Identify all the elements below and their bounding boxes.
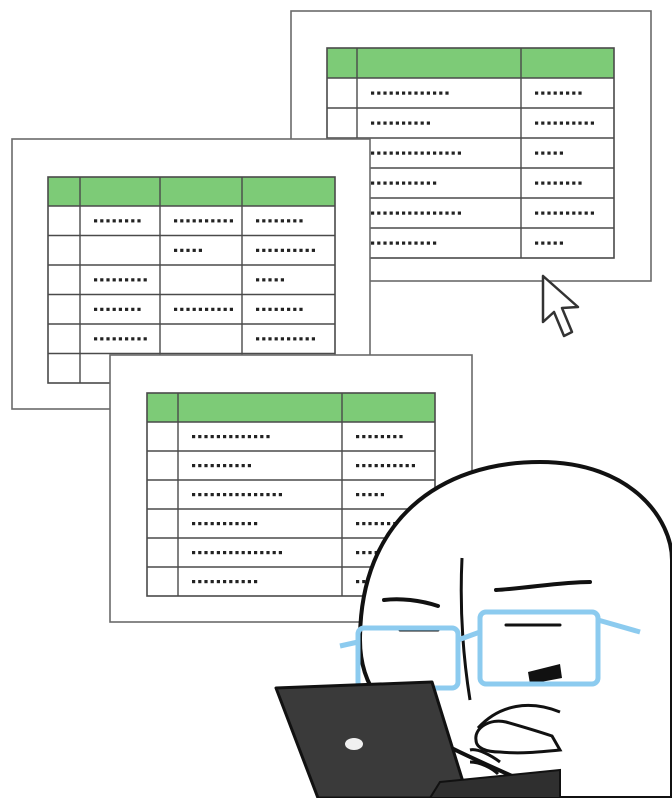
placeholder-text-dots bbox=[94, 278, 147, 282]
placeholder-text-dots bbox=[192, 551, 282, 555]
mouse-cursor-icon bbox=[541, 274, 580, 338]
placeholder-text-dots bbox=[371, 211, 461, 215]
apple-logo-icon bbox=[345, 738, 363, 750]
table-header bbox=[147, 393, 435, 422]
table-header bbox=[327, 48, 614, 78]
placeholder-text-dots bbox=[371, 151, 461, 155]
placeholder-text-dots bbox=[192, 493, 282, 497]
placeholder-text-dots bbox=[94, 337, 147, 341]
illustration-canvas bbox=[11, 10, 672, 798]
table-header bbox=[48, 177, 335, 206]
